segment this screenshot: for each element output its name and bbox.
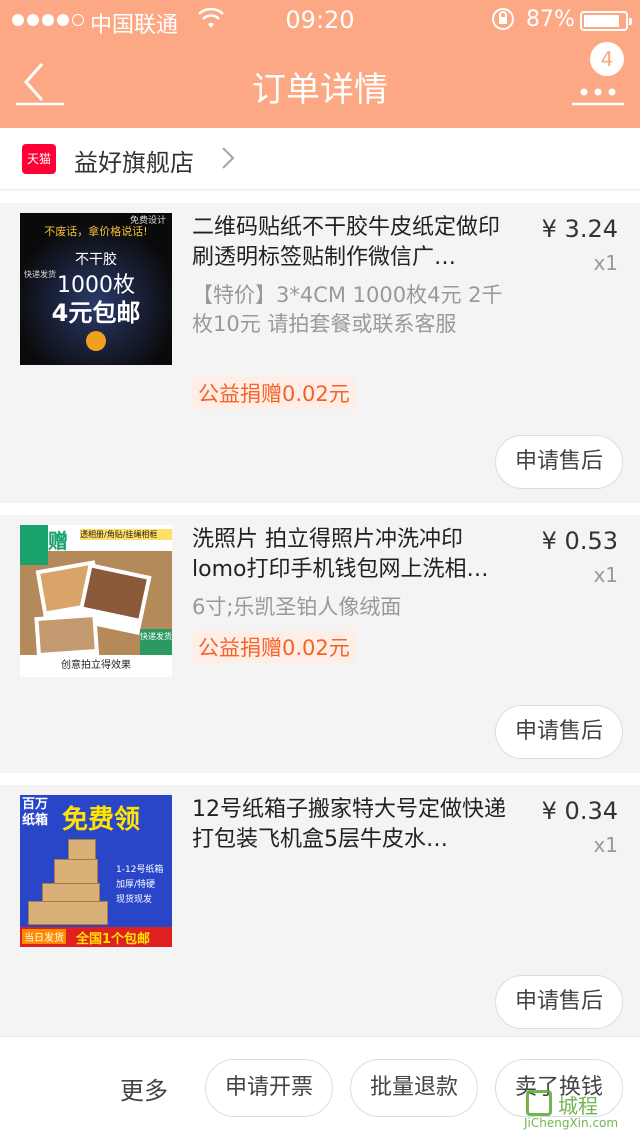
- rotation-lock-icon: [490, 6, 516, 38]
- donation-badge: 公益捐赠0.02元: [192, 631, 356, 663]
- product-spec: 【特价】3*4CM 1000枚4元 2千枚10元 请拍套餐或联系客服: [192, 283, 503, 336]
- product-title[interactable]: 洗照片 拍立得照片冲洗冲印lomo打印手机钱包网上洗相…: [192, 525, 517, 585]
- order-item[interactable]: 赠 透相册/角贴/挂绳相框 快递发货 创意拍立得效果 洗照片 拍立得照片冲洗冲印…: [0, 515, 640, 773]
- nav-bar: 订单详情 4: [0, 40, 640, 128]
- thumb-text: 透相册/角贴/挂绳相框: [80, 529, 172, 540]
- battery-percentage: 87%: [526, 7, 575, 32]
- page-title: 订单详情: [252, 70, 388, 110]
- divider: [0, 773, 640, 785]
- battery-icon: [580, 11, 632, 31]
- product-thumbnail[interactable]: 百万纸箱 免费领 1-12号纸箱 加厚/特硬 现货现发 当日发货 全国1个包邮: [20, 795, 172, 947]
- product-title[interactable]: 12号纸箱子搬家特大号定做快递打包装飞机盒5层牛皮水…: [192, 795, 517, 855]
- product-title[interactable]: 二维码贴纸不干胶牛皮纸定做印刷透明标签贴制作微信广…: [192, 213, 517, 273]
- thumb-text: 快递发货: [24, 270, 56, 279]
- thumb-text: 4元包邮: [51, 299, 141, 327]
- divider: [0, 191, 640, 203]
- thumb-text: 1-12号纸箱 加厚/特硬 现货现发: [116, 865, 164, 905]
- after-sale-button[interactable]: 申请售后: [495, 975, 623, 1029]
- product-thumbnail[interactable]: 赠 透相册/角贴/挂绳相框 快递发货 创意拍立得效果: [20, 525, 172, 677]
- notification-badge: 4: [590, 42, 624, 76]
- thumb-text: 赠: [48, 529, 68, 553]
- order-item[interactable]: 百万纸箱 免费领 1-12号纸箱 加厚/特硬 现货现发 当日发货 全国1个包邮 …: [0, 785, 640, 1036]
- box-stack-image: [28, 839, 108, 925]
- watermark-brand: 城程: [558, 1094, 598, 1118]
- more-actions-button[interactable]: 更多: [120, 1071, 168, 1106]
- watermark-icon: [526, 1090, 552, 1116]
- product-price: ¥ 0.34: [541, 797, 618, 825]
- product-quantity: x1: [593, 833, 618, 857]
- thumb-text: 免费领: [62, 805, 141, 835]
- thumb-text: 创意拍立得效果: [20, 655, 172, 677]
- order-item[interactable]: 不废话，拿价格说话! 免费设计 不干胶 1000枚 4元包邮 快递发货 二维码贴…: [0, 203, 640, 503]
- product-quantity: x1: [593, 251, 618, 275]
- thumb-text: 百万纸箱: [22, 797, 49, 828]
- product-spec: 6寸;乐凯圣铂人像绒面: [192, 595, 402, 619]
- request-invoice-button[interactable]: 申请开票: [205, 1059, 333, 1117]
- thumb-text: 当日发货: [22, 929, 66, 944]
- donation-badge: 公益捐赠0.02元: [192, 377, 356, 409]
- chevron-right-icon: [222, 147, 235, 169]
- tmall-icon: 天猫: [22, 144, 56, 174]
- thumb-text: 免费设计: [130, 216, 167, 226]
- watermark-logo: 城程 JiChengXin.com: [520, 1088, 636, 1134]
- after-sale-button[interactable]: 申请售后: [495, 435, 623, 489]
- thumb-text: 不干胶: [75, 252, 117, 268]
- status-bar: 中国联通 09:20 87%: [0, 0, 640, 40]
- shop-row[interactable]: 天猫 益好旗舰店: [0, 128, 640, 190]
- product-quantity: x1: [593, 563, 618, 587]
- product-thumbnail[interactable]: 不废话，拿价格说话! 免费设计 不干胶 1000枚 4元包邮 快递发货: [20, 213, 172, 365]
- product-decoration: [86, 331, 106, 351]
- divider: [0, 503, 640, 515]
- product-price: ¥ 0.53: [541, 527, 618, 555]
- batch-refund-button[interactable]: 批量退款: [350, 1059, 478, 1117]
- after-sale-button[interactable]: 申请售后: [495, 705, 623, 759]
- thumb-text: 全国1个包邮: [76, 932, 151, 947]
- shop-name: 益好旗舰店: [74, 149, 194, 177]
- product-price: ¥ 3.24: [541, 215, 618, 243]
- watermark-url: JiChengXin.com: [524, 1116, 619, 1130]
